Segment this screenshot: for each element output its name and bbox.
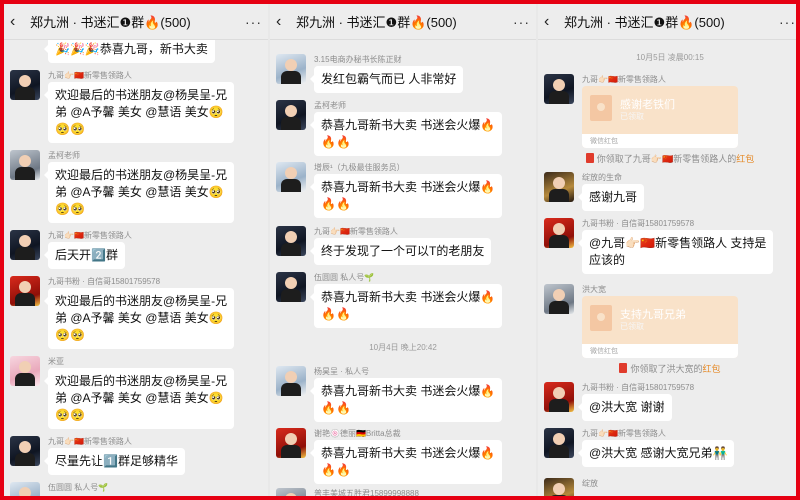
sender-name: 杨昊呈 · 私人号: [314, 367, 370, 376]
message-bubble[interactable]: 欢迎最后的书迷朋友@杨昊呈-兄 弟 @A予馨 美女 @慧语 美女🥺 🥺🥺: [43, 368, 235, 429]
avatar[interactable]: [544, 218, 574, 248]
avatar[interactable]: [10, 276, 40, 306]
avatar[interactable]: [276, 428, 306, 458]
sender-name: 孟柯老师: [48, 151, 80, 160]
red-packet-footer: 微信红包: [582, 134, 738, 148]
avatar[interactable]: [10, 230, 40, 260]
avatar[interactable]: [10, 150, 40, 180]
avatar[interactable]: [276, 272, 306, 302]
chat-header: ‹ 郑九洲 · 书迷汇❶群🔥(500) ···: [4, 4, 268, 40]
red-packet-link[interactable]: 红包: [736, 154, 754, 164]
chat-title: 郑九洲 · 书迷汇❶群🔥(500): [30, 15, 191, 30]
avatar[interactable]: [276, 54, 306, 84]
system-notice: 你领取了九哥👉🏻🇨🇳新零售领路人的红包: [538, 152, 796, 165]
sender-name: 普丰美城五胜君15899998888: [314, 489, 419, 496]
red-packet-status: 已领取: [620, 112, 644, 121]
sender-name: 九哥书粉 · 自信哥15801759578: [582, 219, 695, 228]
avatar[interactable]: [276, 162, 306, 192]
sender-name: 谢艳🍥德丽🇩🇪Britta总裁: [314, 429, 401, 438]
red-envelope-icon: [585, 153, 594, 163]
red-packet[interactable]: 支持九哥兄弟 已领取 微信红包: [582, 296, 738, 358]
message-bubble[interactable]: 恭喜九哥新书大卖 书迷会火爆🔥 🔥🔥: [309, 174, 503, 218]
avatar[interactable]: [544, 478, 574, 496]
sender-name: 九哥👉🏻🇨🇳新零售领路人: [48, 231, 132, 240]
chat-header: ‹ 郑九洲 · 书迷汇❶群🔥(500) ···: [270, 4, 536, 40]
avatar[interactable]: [276, 226, 306, 256]
red-packet[interactable]: 感谢老铁们 已领取 微信红包: [582, 86, 738, 148]
sender-name: 九哥书粉 · 自信哥15801759578: [48, 277, 161, 286]
more-icon[interactable]: ···: [245, 14, 262, 30]
message-bubble[interactable]: 感谢九哥: [577, 184, 645, 211]
message-bubble[interactable]: 恭喜九哥新书大卖 书迷会火爆🔥 🔥🔥: [309, 284, 503, 328]
system-notice: 你领取了洪大宽的红包: [538, 362, 796, 375]
message-list[interactable]: 10月5日 凌晨00:15 九哥👉🏻🇨🇳新零售领路人 感谢老铁们 已领取 微信红…: [538, 40, 796, 496]
message-list[interactable]: 3.15电商办秘书长陈正财 发红包霸气而已 人非常好 孟柯老师 恭喜九哥新书大卖…: [270, 40, 536, 496]
sender-name: 绽放: [582, 479, 598, 488]
avatar[interactable]: [10, 482, 40, 496]
avatar[interactable]: [544, 284, 574, 314]
message-bubble[interactable]: @洪大宽 感谢大宽兄弟👬: [577, 440, 735, 467]
message-bubble[interactable]: 欢迎最后的书迷朋友@杨昊呈-兄 弟 @A予馨 美女 @慧语 美女🥺 🥺🥺: [43, 82, 235, 143]
sender-name: 增辰¹（九极最佳服务员）: [314, 163, 405, 172]
sender-name: 九哥书粉 · 自信哥15801759578: [582, 383, 695, 392]
chat-panel-2: ‹ 郑九洲 · 书迷汇❶群🔥(500) ··· 3.15电商办秘书长陈正财 发红…: [270, 4, 536, 496]
sender-name: 伍圆圆 私人号🌱: [314, 273, 375, 282]
message-bubble[interactable]: 🎉🎉🎉恭喜九哥，新书大卖: [44, 36, 215, 63]
message-bubble[interactable]: 恭喜九哥新书大卖 书迷会火爆🔥 🔥🔥: [309, 378, 503, 422]
sender-name: 九哥👉🏻🇨🇳新零售领路人: [48, 71, 132, 80]
message-bubble[interactable]: 恭喜九哥新书大卖 书迷会火爆🔥 🔥🔥: [309, 440, 503, 484]
red-packet-footer: 微信红包: [582, 344, 738, 358]
red-packet-title: 感谢老铁们: [620, 99, 675, 111]
red-packet-title: 支持九哥兄弟: [620, 309, 686, 321]
message-bubble[interactable]: 后天开2️⃣群: [44, 242, 125, 269]
timestamp: 10月5日 凌晨00:15: [636, 53, 704, 62]
sender-name: 九哥👉🏻🇨🇳新零售领路人: [314, 227, 398, 236]
chat-title: 郑九洲 · 书迷汇❶群🔥(500): [564, 15, 725, 30]
red-packet-icon: [590, 305, 612, 331]
avatar[interactable]: [544, 172, 574, 202]
avatar[interactable]: [544, 74, 574, 104]
sender-name: 洪大宽: [582, 285, 606, 294]
chat-header: ‹ 郑九洲 · 书迷汇❶群🔥(500) ···: [538, 4, 796, 40]
sender-name: 孟柯老师: [314, 101, 346, 110]
sender-name: 3.15电商办秘书长陈正财: [314, 55, 402, 64]
message-bubble[interactable]: @洪大宽 谢谢: [578, 394, 672, 421]
message-bubble[interactable]: 恭喜九哥新书大卖 书迷会火爆🔥 🔥🔥: [309, 112, 503, 156]
message-bubble[interactable]: @九哥👉🏻🇨🇳新零售领路人 支持是 应该的: [577, 230, 774, 274]
message-bubble[interactable]: 尽量先让1️⃣群足够精华: [44, 448, 185, 475]
message-list[interactable]: 🎉🎉🎉恭喜九哥，新书大卖 九哥👉🏻🇨🇳新零售领路人 欢迎最后的书迷朋友@杨昊呈-…: [4, 36, 268, 496]
avatar[interactable]: [544, 428, 574, 458]
message-bubble[interactable]: 发红包霸气而已 人非常好: [309, 66, 464, 93]
sender-name: 绽放的生命: [582, 173, 622, 182]
sender-name: 九哥👉🏻🇨🇳新零售领路人: [582, 429, 666, 438]
timestamp: 10月4日 晚上20:42: [369, 343, 437, 352]
avatar[interactable]: [10, 356, 40, 386]
chat-panel-1: ‹ 郑九洲 · 书迷汇❶群🔥(500) ··· 🎉🎉🎉恭喜九哥，新书大卖 九哥👉…: [4, 4, 268, 496]
screenshot-frame: ‹ 郑九洲 · 书迷汇❶群🔥(500) ··· 🎉🎉🎉恭喜九哥，新书大卖 九哥👉…: [0, 0, 800, 500]
message-bubble[interactable]: 欢迎最后的书迷朋友@杨昊呈-兄 弟 @A予馨 美女 @慧语 美女🥺 🥺🥺: [43, 288, 235, 349]
back-icon[interactable]: ‹: [276, 13, 292, 31]
red-packet-link[interactable]: 红包: [703, 364, 721, 374]
sender-name: 九哥👉🏻🇨🇳新零售领路人: [48, 437, 132, 446]
sender-name: 伍圆圆 私人号🌱: [48, 483, 109, 492]
more-icon[interactable]: ···: [779, 14, 796, 30]
chat-panel-3: ‹ 郑九洲 · 书迷汇❶群🔥(500) ··· 10月5日 凌晨00:15 九哥…: [538, 4, 796, 496]
more-icon[interactable]: ···: [513, 14, 530, 30]
red-packet-icon: [590, 95, 612, 121]
sender-name: 米亚: [48, 357, 64, 366]
chat-title: 郑九洲 · 书迷汇❶群🔥(500): [296, 15, 457, 30]
avatar[interactable]: [10, 436, 40, 466]
red-envelope-icon: [619, 363, 628, 373]
back-icon[interactable]: ‹: [544, 13, 560, 31]
message-bubble[interactable]: 欢迎最后的书迷朋友@杨昊呈-兄 弟 @A予馨 美女 @慧语 美女🥺 🥺🥺: [43, 162, 235, 223]
avatar[interactable]: [276, 100, 306, 130]
sender-name: 九哥👉🏻🇨🇳新零售领路人: [582, 75, 666, 84]
avatar[interactable]: [276, 488, 306, 496]
avatar[interactable]: [544, 382, 574, 412]
avatar[interactable]: [10, 70, 40, 100]
avatar[interactable]: [276, 366, 306, 396]
message-bubble[interactable]: 终于发现了一个可以T的老朋友: [309, 238, 492, 265]
red-packet-status: 已领取: [620, 322, 644, 331]
back-icon[interactable]: ‹: [10, 13, 26, 31]
